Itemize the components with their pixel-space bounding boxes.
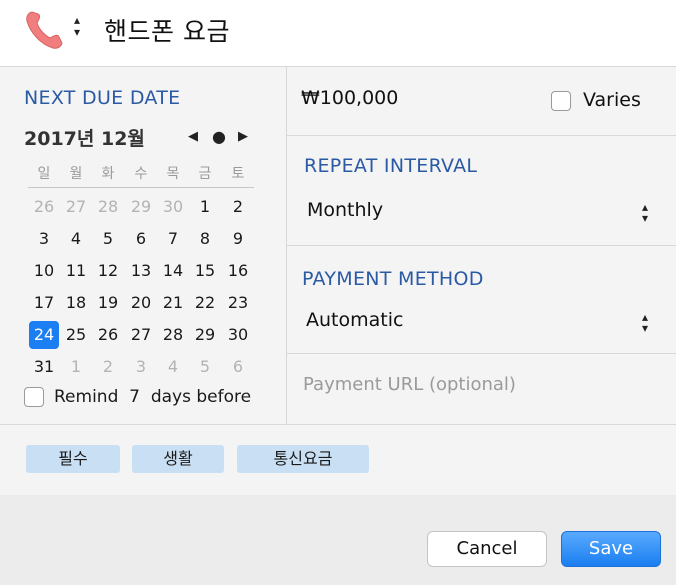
due-date-label: NEXT DUE DATE: [24, 87, 181, 109]
weekday-label: 월: [69, 166, 83, 182]
calendar-day[interactable]: 1: [189, 193, 221, 221]
calendar-day[interactable]: 22: [189, 289, 221, 317]
tag[interactable]: 통신요금: [237, 445, 369, 473]
calendar-day[interactable]: 3: [28, 225, 60, 253]
due-date-panel: NEXT DUE DATE 2017년 12월 ◀ ● ▶ 일 월 화 수 목 …: [0, 67, 287, 424]
calendar-day[interactable]: 1: [60, 353, 92, 381]
weekday-label: 수: [134, 166, 148, 182]
calendar-day[interactable]: 19: [92, 289, 124, 317]
calendar-day[interactable]: 15: [189, 257, 221, 285]
varies-checkbox[interactable]: [551, 91, 571, 111]
calendar-day[interactable]: 28: [92, 193, 124, 221]
dialog-footer: Cancel Save: [0, 495, 676, 585]
calendar-day[interactable]: 26: [28, 193, 60, 221]
calendar-day[interactable]: 8: [189, 225, 221, 253]
repeat-interval-label: REPEAT INTERVAL: [304, 155, 478, 177]
calendar-day[interactable]: 5: [92, 225, 124, 253]
amount-row: ₩100,000 Varies: [287, 67, 676, 136]
weekday-label: 일: [37, 166, 51, 182]
calendar-day[interactable]: 23: [222, 289, 254, 317]
amount-field[interactable]: ₩100,000: [301, 87, 398, 109]
bill-form: NEXT DUE DATE 2017년 12월 ◀ ● ▶ 일 월 화 수 목 …: [0, 67, 676, 424]
remind-row: Remind 7 days before: [24, 385, 284, 409]
calendar-day[interactable]: 21: [157, 289, 189, 317]
calendar-day[interactable]: 2: [92, 353, 124, 381]
calendar-day[interactable]: 7: [157, 225, 189, 253]
weekday-label: 목: [166, 166, 180, 182]
icon-chooser-stepper-icon[interactable]: ▴ ▾: [70, 14, 84, 42]
calendar-day[interactable]: 27: [60, 193, 92, 221]
remind-days-value[interactable]: 7: [129, 387, 140, 407]
calendar-days: 26 27 28 29 30 1 2 3 4 5 6 7 8 9 10 11 12 13 14 15 16 17 18 19 2…: [28, 193, 254, 385]
calendar-day[interactable]: 6: [125, 225, 157, 253]
repeat-select-stepper-icon[interactable]: ▴ ▾: [638, 201, 652, 224]
payment-url-row: Payment URL (optional): [287, 354, 676, 424]
previous-month-icon[interactable]: ◀: [188, 128, 198, 146]
bill-header: ▴ ▾ 핸드폰 요금: [0, 0, 676, 67]
bill-title[interactable]: 핸드폰 요금: [104, 12, 230, 48]
calendar-day[interactable]: 6: [222, 353, 254, 381]
weekday-label: 금: [198, 166, 212, 182]
tag[interactable]: 필수: [26, 445, 120, 473]
calendar-day[interactable]: 4: [60, 225, 92, 253]
calendar-day[interactable]: 18: [60, 289, 92, 317]
payment-row: PAYMENT METHOD Automatic ▴ ▾: [287, 246, 676, 354]
calendar-day[interactable]: 4: [157, 353, 189, 381]
remind-checkbox[interactable]: [24, 387, 44, 407]
details-panel: ₩100,000 Varies REPEAT INTERVAL Monthly …: [287, 67, 676, 424]
varies-label[interactable]: Varies: [583, 89, 641, 111]
calendar-day[interactable]: 27: [125, 321, 157, 349]
payment-method-label: PAYMENT METHOD: [302, 268, 484, 290]
calendar-day[interactable]: 9: [222, 225, 254, 253]
calendar-nav: ◀ ● ▶: [188, 128, 252, 146]
calendar-day[interactable]: 30: [222, 321, 254, 349]
calendar-day[interactable]: 11: [60, 257, 92, 285]
calendar-day[interactable]: 10: [28, 257, 60, 285]
weekday-header: 일 월 화 수 목 금 토: [28, 163, 254, 188]
calendar-month-title: 2017년 12월: [24, 128, 145, 150]
save-button[interactable]: Save: [561, 531, 661, 567]
tag[interactable]: 생활: [132, 445, 224, 473]
calendar-day[interactable]: 12: [92, 257, 124, 285]
repeat-interval-select[interactable]: Monthly: [307, 199, 383, 221]
calendar-day[interactable]: 29: [125, 193, 157, 221]
calendar-day[interactable]: 31: [28, 353, 60, 381]
payment-select-stepper-icon[interactable]: ▴ ▾: [638, 311, 652, 334]
phone-icon[interactable]: [22, 8, 68, 52]
calendar-day[interactable]: 17: [28, 289, 60, 317]
calendar-day[interactable]: 2: [222, 193, 254, 221]
calendar-day[interactable]: 28: [157, 321, 189, 349]
calendar-day[interactable]: 20: [125, 289, 157, 317]
calendar-day[interactable]: 26: [92, 321, 124, 349]
remind-suffix: days before: [150, 387, 252, 407]
calendar-day[interactable]: 14: [157, 257, 189, 285]
payment-method-select[interactable]: Automatic: [306, 309, 403, 331]
remind-prefix: Remind: [54, 387, 119, 407]
repeat-row: REPEAT INTERVAL Monthly ▴ ▾: [287, 135, 676, 246]
remind-label: Remind 7 days before: [54, 385, 251, 409]
cancel-button[interactable]: Cancel: [427, 531, 547, 567]
weekday-label: 화: [101, 166, 115, 182]
calendar-day-selected[interactable]: 24: [29, 321, 59, 349]
calendar-day[interactable]: 13: [125, 257, 157, 285]
calendar-day[interactable]: 16: [222, 257, 254, 285]
today-dot-icon[interactable]: ●: [212, 128, 226, 146]
next-month-icon[interactable]: ▶: [238, 128, 248, 146]
calendar-day[interactable]: 29: [189, 321, 221, 349]
calendar-day[interactable]: 25: [60, 321, 92, 349]
calendar-day[interactable]: 5: [189, 353, 221, 381]
calendar-day[interactable]: 3: [125, 353, 157, 381]
weekday-label: 토: [231, 166, 245, 182]
payment-url-input[interactable]: Payment URL (optional): [303, 374, 516, 395]
calendar-day[interactable]: 30: [157, 193, 189, 221]
tags-area[interactable]: 필수 생활 통신요금: [0, 424, 676, 496]
